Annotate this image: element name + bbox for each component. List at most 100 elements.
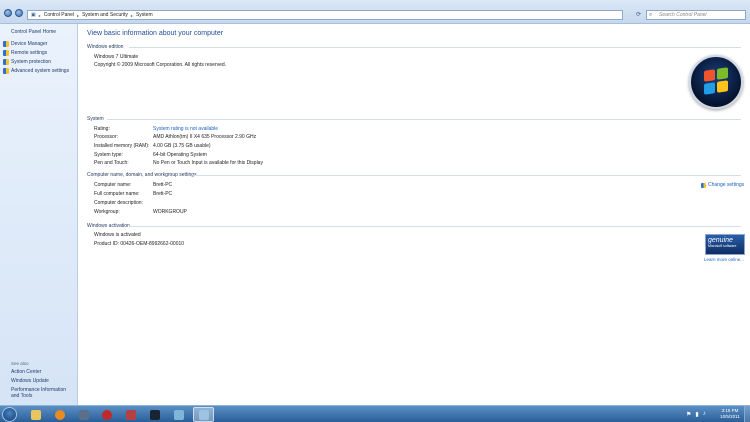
logo-flag-green [717,67,728,80]
full-name-value: Brett-PC [153,191,173,197]
search-placeholder: Search Control Panel [659,12,707,18]
folder-icon [30,409,41,420]
network-icon[interactable]: ▮ [695,411,698,418]
edition-heading: Windows edition [87,44,124,50]
flag-icon[interactable]: ⚑ [686,411,691,418]
divider [107,119,741,120]
volume-icon[interactable]: ♪ [703,411,706,418]
processor-value: AMD Athlon(tm) II X4 635 Processor 2.90 … [153,134,257,140]
edition-copyright: Copyright © 2009 Microsoft Corporation. … [94,62,227,68]
taskbar-explorer[interactable] [25,407,46,422]
taskbar-media-player[interactable] [49,407,70,422]
genuine-badge: genuine Microsoft software [705,234,745,255]
address-bar: ▣ ▸ Control Panel ▸ System and Security … [0,0,750,24]
see-also-action-center[interactable]: Action Center [11,369,41,375]
computer-icon: ▣ [31,12,36,18]
logo-flag-blue [704,82,715,95]
media-player-icon [54,409,65,420]
edition-name: Windows 7 Ultimate [94,54,139,60]
clock-date: 10/5/2011 [720,414,740,419]
page-title: View basic information about your comput… [87,30,224,37]
search-icon: ⌕ [649,12,653,18]
computer-name-label: Computer name: [94,182,132,188]
sidebar-home-link[interactable]: Control Panel Home [11,29,56,35]
show-desktop-button[interactable] [744,406,750,422]
forward-button[interactable] [15,9,23,17]
description-label: Computer description: [94,200,143,206]
system-type-value: 64-bit Operating System [153,152,207,158]
taskbar-app-5[interactable] [168,407,189,422]
workgroup-value: WORKGROUP [153,209,187,215]
app-icon [149,409,160,420]
taskbar-app-1[interactable] [73,407,94,422]
memory-label: Installed memory (RAM): [94,143,150,149]
taskbar-app-4[interactable] [144,407,165,422]
rating-label: Rating: [94,126,110,132]
clock[interactable]: 3:15 PM 10/5/2011 [718,408,742,420]
breadcrumb[interactable]: ▣ ▸ Control Panel ▸ System and Security … [27,10,623,20]
sidebar-item-device-manager[interactable]: Device Manager [3,41,47,47]
divider [129,47,741,48]
genuine-text: genuine [708,237,733,244]
sidebar-item-advanced-settings[interactable]: Advanced system settings [3,68,69,74]
sidebar-item-label: Advanced system settings [11,68,70,74]
app-icon [78,409,89,420]
pen-touch-label: Pen and Touch: [94,160,129,166]
see-also-performance[interactable]: Performance Information and Tools [11,387,75,399]
taskbar-app-3[interactable] [120,407,141,422]
shield-icon [701,182,706,188]
divider [193,175,741,176]
sidebar: Control Panel Home Device Manager Remote… [0,24,78,405]
refresh-icon[interactable]: ⟳ [636,11,641,18]
pen-touch-value: No Pen or Touch Input is available for t… [153,160,263,166]
sidebar-item-label: System protection [11,59,52,65]
rating-link[interactable]: System rating is not available [153,126,218,132]
activation-heading: Windows activation [87,223,130,229]
start-button[interactable] [2,407,17,422]
see-also-windows-update[interactable]: Windows Update [11,378,49,384]
logo-flag-red [704,69,715,82]
taskbar: ⚑ ▮ ♪ 3:15 PM 10/5/2011 [0,405,750,422]
taskbar-control-panel[interactable] [193,407,214,422]
computer-name-heading: Computer name, domain, and workgroup set… [87,172,197,178]
sidebar-item-label: Remote settings [11,50,48,56]
app-icon [101,409,112,420]
breadcrumb-system-security[interactable]: System and Security [82,12,128,18]
system-type-label: System type: [94,152,123,158]
system-heading: System [87,116,104,122]
chevron-right-icon[interactable]: ▸ [39,13,41,18]
product-id: Product ID: 00426-OEM-8992662-00010 [94,241,185,247]
system-tray: ⚑ ▮ ♪ [686,411,706,418]
genuine-subtext: Microsoft software [708,244,737,248]
shield-icon [3,68,9,74]
activation-status: Windows is activated [94,232,141,238]
main-panel: View basic information about your comput… [79,24,750,405]
breadcrumb-system[interactable]: System [136,12,153,18]
sidebar-item-system-protection[interactable]: System protection [3,59,51,65]
learn-more-link[interactable]: Learn more online... [704,257,744,262]
app-icon [173,409,184,420]
search-input[interactable]: ⌕ Search Control Panel [646,10,746,20]
shield-icon [3,59,9,65]
change-settings-link[interactable]: Change settings [701,182,744,188]
divider [129,226,741,227]
breadcrumb-control-panel[interactable]: Control Panel [44,12,74,18]
shield-icon [3,50,9,56]
chevron-right-icon[interactable]: ▸ [77,13,79,18]
control-panel-icon [198,409,209,420]
computer-name-value: Brett-PC [153,182,173,188]
logo-flag-yellow [717,80,728,93]
back-button[interactable] [4,9,12,17]
change-settings-label: Change settings [708,182,745,188]
sidebar-item-label: Device Manager [11,41,48,47]
sidebar-item-remote-settings[interactable]: Remote settings [3,50,47,56]
taskbar-app-2[interactable] [96,407,117,422]
see-also-heading: See also [11,361,29,366]
full-name-label: Full computer name: [94,191,140,197]
workgroup-label: Workgroup: [94,209,120,215]
processor-label: Processor: [94,134,118,140]
windows-logo [689,55,743,109]
chevron-right-icon[interactable]: ▸ [131,13,133,18]
shield-icon [3,41,9,47]
memory-value: 4.00 GB (3.75 GB usable) [153,143,211,149]
